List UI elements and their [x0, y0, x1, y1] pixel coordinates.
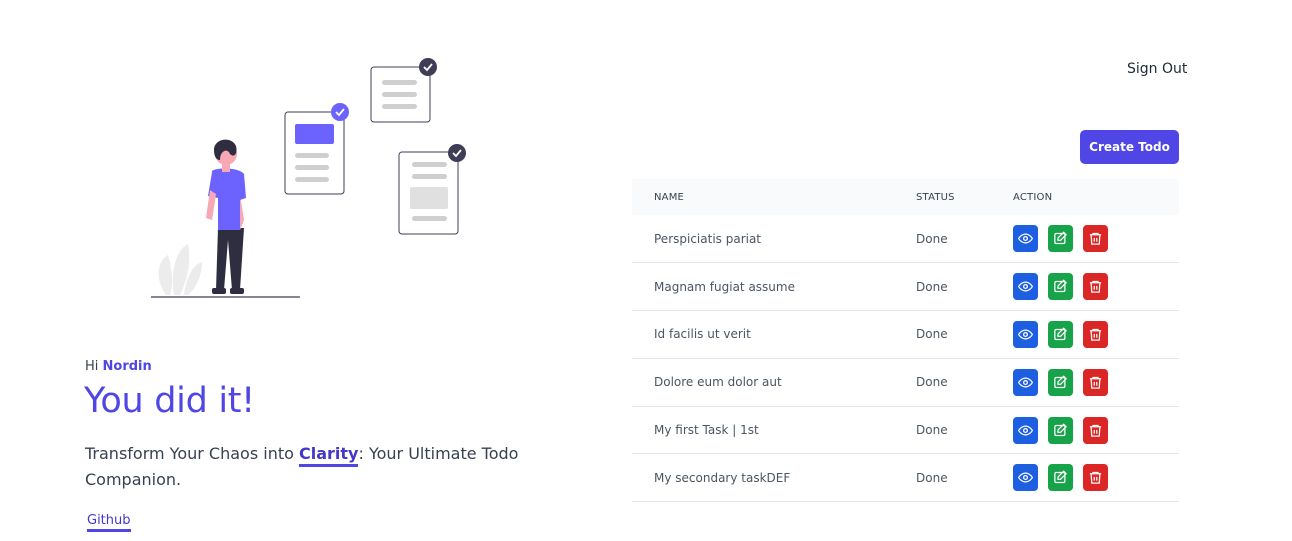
- create-todo-button[interactable]: Create Todo: [1080, 130, 1179, 164]
- todo-status-cell: Done: [916, 279, 948, 294]
- view-button[interactable]: [1013, 225, 1038, 253]
- person-figure: [206, 139, 246, 294]
- edit-button[interactable]: [1048, 320, 1073, 348]
- todo-actions-cell: [1013, 406, 1179, 454]
- table-row: Perspiciatis pariat Done: [632, 215, 1179, 263]
- greeting-prefix: Hi: [85, 359, 99, 374]
- eye-icon: [1018, 279, 1033, 294]
- todo-name-cell: Id facilis ut verit: [654, 327, 751, 342]
- sign-out-link[interactable]: Sign Out: [1127, 61, 1187, 77]
- column-header-name: NAME: [654, 191, 685, 203]
- delete-button[interactable]: [1083, 273, 1108, 301]
- todo-actions-cell: [1013, 358, 1179, 406]
- eye-icon: [1018, 231, 1033, 246]
- checklist-card-icon: [284, 103, 349, 195]
- todo-actions-cell: [1013, 311, 1179, 359]
- edit-button[interactable]: [1048, 416, 1073, 444]
- clarity-link[interactable]: Clarity: [298, 444, 359, 467]
- table-row: Dolore eum dolor aut Done: [632, 358, 1179, 407]
- row-actions: [1013, 225, 1179, 253]
- view-button[interactable]: [1013, 416, 1038, 444]
- edit-icon: [1053, 422, 1068, 438]
- trash-icon: [1088, 423, 1103, 438]
- edit-icon: [1053, 470, 1068, 485]
- edit-icon: [1053, 231, 1068, 246]
- todo-status-cell: Done: [916, 375, 948, 390]
- table-header: NAME STATUS ACTION: [632, 179, 1179, 215]
- eye-icon: [1018, 375, 1033, 390]
- table-row: My first Task | 1st Done: [632, 406, 1179, 454]
- page-title: You did it!: [84, 381, 255, 421]
- column-header-status: STATUS: [916, 191, 955, 203]
- user-name: Nordin: [102, 359, 152, 374]
- edit-button[interactable]: [1048, 368, 1073, 396]
- todo-status-cell: Done: [916, 470, 948, 485]
- delete-button[interactable]: [1083, 464, 1108, 492]
- edit-icon: [1053, 327, 1068, 342]
- table-row: My secondary taskDEF Done: [632, 454, 1179, 502]
- checklist-card-icon: [398, 144, 466, 235]
- checklist-card-icon: [370, 58, 437, 123]
- delete-button[interactable]: [1083, 416, 1108, 444]
- column-header-action: ACTION: [1013, 191, 1053, 203]
- todo-name-cell: My first Task | 1st: [654, 423, 759, 438]
- tagline: Transform Your Chaos into Clarity: Your …: [85, 441, 535, 493]
- edit-icon: [1053, 375, 1068, 390]
- row-actions: [1013, 464, 1179, 492]
- greeting: Hi Nordin: [85, 359, 152, 374]
- todo-status-cell: Done: [916, 423, 948, 438]
- eye-icon: [1018, 423, 1033, 438]
- github-link[interactable]: Github: [87, 513, 131, 532]
- trash-icon: [1088, 327, 1103, 342]
- todo-actions-cell: [1013, 215, 1179, 263]
- edit-button[interactable]: [1048, 273, 1073, 301]
- row-actions: [1013, 320, 1179, 348]
- hero-illustration: [140, 50, 480, 305]
- trash-icon: [1088, 375, 1103, 390]
- todo-name-cell: Dolore eum dolor aut: [654, 375, 782, 390]
- delete-button[interactable]: [1083, 368, 1108, 396]
- todo-actions-cell: [1013, 454, 1179, 502]
- view-button[interactable]: [1013, 464, 1038, 492]
- trash-icon: [1088, 279, 1103, 294]
- view-button[interactable]: [1013, 273, 1038, 301]
- todo-table: NAME STATUS ACTION Perspiciatis pariat Do…: [632, 179, 1179, 502]
- row-actions: [1013, 368, 1179, 396]
- trash-icon: [1088, 470, 1103, 485]
- delete-button[interactable]: [1083, 225, 1108, 253]
- plant-icon: [158, 244, 202, 295]
- tagline-before: Transform Your Chaos into: [85, 444, 299, 463]
- todo-name-cell: My secondary taskDEF: [654, 470, 791, 485]
- todo-status-cell: Done: [916, 231, 948, 246]
- edit-button[interactable]: [1048, 225, 1073, 253]
- view-button[interactable]: [1013, 368, 1038, 396]
- todo-status-cell: Done: [916, 327, 948, 342]
- trash-icon: [1088, 231, 1103, 246]
- todo-name-cell: Magnam fugiat assume: [654, 279, 795, 294]
- row-actions: [1013, 416, 1179, 444]
- todo-name-cell: Perspiciatis pariat: [654, 231, 762, 246]
- table-body: Perspiciatis pariat Done Magnam fugiat ass…: [632, 215, 1179, 502]
- delete-button[interactable]: [1083, 320, 1108, 348]
- table-row: Magnam fugiat assume Done: [632, 263, 1179, 311]
- eye-icon: [1018, 327, 1033, 342]
- table-row: Id facilis ut verit Done: [632, 311, 1179, 359]
- eye-icon: [1018, 470, 1033, 485]
- todo-actions-cell: [1013, 263, 1179, 311]
- table-header-row: NAME STATUS ACTION: [632, 179, 1179, 215]
- edit-button[interactable]: [1048, 464, 1073, 492]
- view-button[interactable]: [1013, 320, 1038, 348]
- row-actions: [1013, 273, 1179, 301]
- edit-icon: [1053, 279, 1068, 294]
